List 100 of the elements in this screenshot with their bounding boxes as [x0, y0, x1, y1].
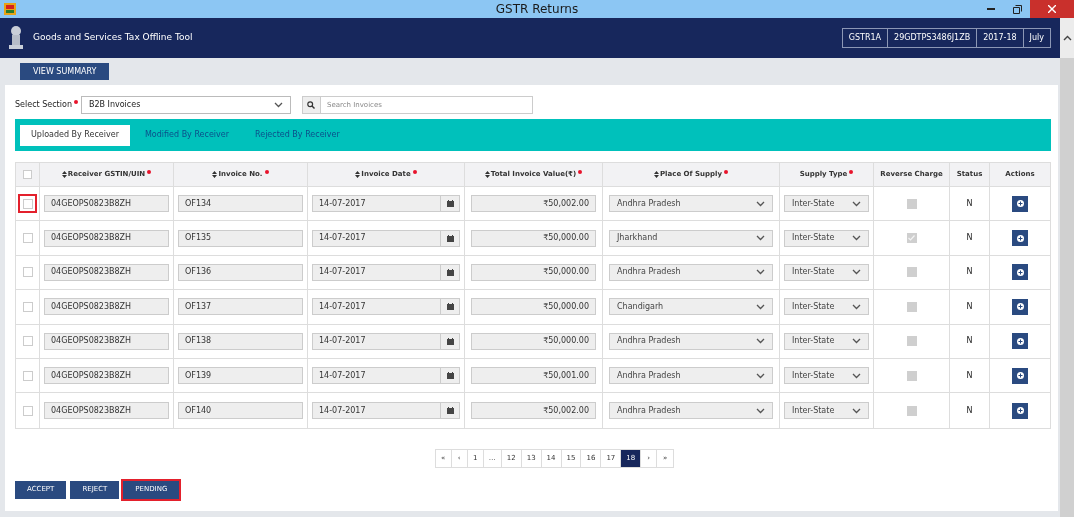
- section-select[interactable]: B2B Invoices: [80, 96, 291, 114]
- gstin-field[interactable]: 04GEOPS0823B8ZH: [44, 332, 169, 350]
- chevron-down-icon: [756, 200, 765, 207]
- plus-circle-icon: [1016, 337, 1024, 345]
- row-checkbox[interactable]: [22, 405, 33, 416]
- place-of-supply-select[interactable]: Chandigarh: [609, 298, 773, 316]
- reverse-charge-checkbox[interactable]: [906, 370, 917, 381]
- chevron-down-icon: [852, 235, 861, 242]
- invoice-number-field[interactable]: OF139: [178, 367, 303, 385]
- reverse-charge-checkbox[interactable]: [906, 267, 917, 278]
- plus-circle-icon: [1016, 268, 1024, 276]
- select-all-checkbox[interactable]: [23, 170, 32, 179]
- gstin-field[interactable]: 04GEOPS0823B8ZH: [44, 367, 169, 385]
- supply-type-select[interactable]: Inter-State: [784, 332, 869, 350]
- invoice-number-field[interactable]: OF138: [178, 332, 303, 350]
- place-of-supply-select[interactable]: Andhra Pradesh: [609, 367, 773, 385]
- calendar-icon[interactable]: [446, 268, 454, 276]
- app-name: Goods and Services Tax Offline Tool: [33, 31, 193, 45]
- invoice-value-field[interactable]: ₹50,002.00: [471, 195, 596, 213]
- sort-icon[interactable]: [61, 171, 67, 178]
- gstin-field[interactable]: 04GEOPS0823B8ZH: [44, 195, 169, 213]
- supply-type-select[interactable]: Inter-State: [784, 195, 869, 213]
- place-of-supply-select[interactable]: Andhra Pradesh: [609, 263, 773, 281]
- invoice-value-field[interactable]: ₹50,000.00: [471, 263, 596, 281]
- invoice-value-field[interactable]: ₹50,001.00: [471, 367, 596, 385]
- calendar-icon[interactable]: [446, 337, 454, 345]
- supply-type-select[interactable]: Inter-State: [784, 229, 869, 247]
- row-checkbox[interactable]: [22, 301, 33, 312]
- gstin-field[interactable]: 04GEOPS0823B8ZH: [44, 298, 169, 316]
- row-checkbox[interactable]: [22, 198, 33, 209]
- place-of-supply-select[interactable]: Andhra Pradesh: [609, 332, 773, 350]
- invoice-number-field[interactable]: OF137: [178, 298, 303, 316]
- invoice-date-field[interactable]: 14-07-2017: [312, 229, 460, 247]
- status-text: N: [966, 300, 973, 313]
- calendar-icon[interactable]: [446, 200, 454, 208]
- action-button[interactable]: [1012, 230, 1028, 247]
- reverse-charge-checkbox[interactable]: [906, 198, 917, 209]
- invoice-number-field[interactable]: OF135: [178, 229, 303, 247]
- supply-type-select[interactable]: Inter-State: [784, 402, 869, 420]
- calendar-icon[interactable]: [446, 234, 454, 242]
- invoice-number-field[interactable]: OF134: [178, 195, 303, 213]
- reverse-charge-checkbox[interactable]: [906, 336, 917, 347]
- reverse-charge-checkbox[interactable]: [906, 405, 917, 416]
- tab[interactable]: Uploaded By Receiver: [20, 124, 130, 146]
- invoice-date-field[interactable]: 14-07-2017: [312, 367, 460, 385]
- scroll-up-icon[interactable]: [1062, 35, 1072, 41]
- invoice-value-field[interactable]: ₹50,000.00: [471, 229, 596, 247]
- calendar-icon[interactable]: [446, 303, 454, 311]
- sort-icon[interactable]: [484, 171, 490, 178]
- supply-type-select[interactable]: Inter-State: [784, 367, 869, 385]
- tab[interactable]: Modified By Receiver: [133, 124, 240, 146]
- row-checkbox[interactable]: [22, 233, 33, 244]
- chevron-down-icon: [852, 200, 861, 207]
- search-icon: [307, 101, 316, 109]
- chevron-down-icon: [852, 407, 861, 414]
- invoice-date-field[interactable]: 14-07-2017: [312, 195, 460, 213]
- place-of-supply-select[interactable]: Andhra Pradesh: [609, 195, 773, 213]
- place-of-supply-select[interactable]: Jharkhand: [609, 229, 773, 247]
- search-button[interactable]: [301, 96, 321, 114]
- invoice-value-field[interactable]: ₹50,000.00: [471, 332, 596, 350]
- invoice-date-field[interactable]: 14-07-2017: [312, 332, 460, 350]
- invoice-value-field[interactable]: ₹50,002.00: [471, 402, 596, 420]
- row-checkbox[interactable]: [22, 370, 33, 381]
- return-info-item: 29GDTPS3486J1ZB: [887, 29, 977, 47]
- scrollbar[interactable]: [1060, 18, 1074, 517]
- gstin-field[interactable]: 04GEOPS0823B8ZH: [44, 263, 169, 281]
- calendar-icon[interactable]: [446, 407, 454, 415]
- action-button[interactable]: [1012, 264, 1028, 281]
- invoice-number-field[interactable]: OF136: [178, 263, 303, 281]
- place-of-supply-select[interactable]: Andhra Pradesh: [609, 402, 773, 420]
- chevron-down-icon: [756, 269, 765, 276]
- row-checkbox[interactable]: [22, 336, 33, 347]
- sort-icon[interactable]: [212, 171, 218, 178]
- action-button[interactable]: [1012, 298, 1028, 315]
- view-summary-button[interactable]: VIEW SUMMARY: [20, 63, 110, 80]
- status-text: N: [966, 197, 973, 210]
- row-checkbox[interactable]: [22, 267, 33, 278]
- sort-icon[interactable]: [355, 171, 361, 178]
- supply-type-select[interactable]: Inter-State: [784, 298, 869, 316]
- gstin-field[interactable]: 04GEOPS0823B8ZH: [44, 229, 169, 247]
- section-label: Select Section: [15, 99, 72, 111]
- minimize-icon: [987, 8, 995, 10]
- status-text: N: [966, 404, 973, 417]
- reverse-charge-checkbox[interactable]: [906, 301, 917, 312]
- invoice-date-field[interactable]: 14-07-2017: [312, 298, 460, 316]
- invoice-value-field[interactable]: ₹50,000.00: [471, 298, 596, 316]
- invoice-date-field[interactable]: 14-07-2017: [312, 263, 460, 281]
- gstin-field[interactable]: 04GEOPS0823B8ZH: [44, 402, 169, 420]
- tab[interactable]: Rejected By Receiver: [244, 124, 351, 146]
- check-icon: [908, 235, 915, 242]
- sort-icon[interactable]: [654, 171, 659, 178]
- invoice-number-field[interactable]: OF140: [178, 402, 303, 420]
- action-button[interactable]: [1012, 367, 1028, 384]
- action-button[interactable]: [1012, 333, 1028, 350]
- calendar-icon[interactable]: [446, 372, 454, 380]
- invoice-date-field[interactable]: 14-07-2017: [312, 402, 460, 420]
- action-button[interactable]: [1012, 195, 1028, 212]
- supply-type-select[interactable]: Inter-State: [784, 263, 869, 281]
- action-button[interactable]: [1012, 402, 1028, 419]
- reverse-charge-checkbox[interactable]: [906, 233, 917, 244]
